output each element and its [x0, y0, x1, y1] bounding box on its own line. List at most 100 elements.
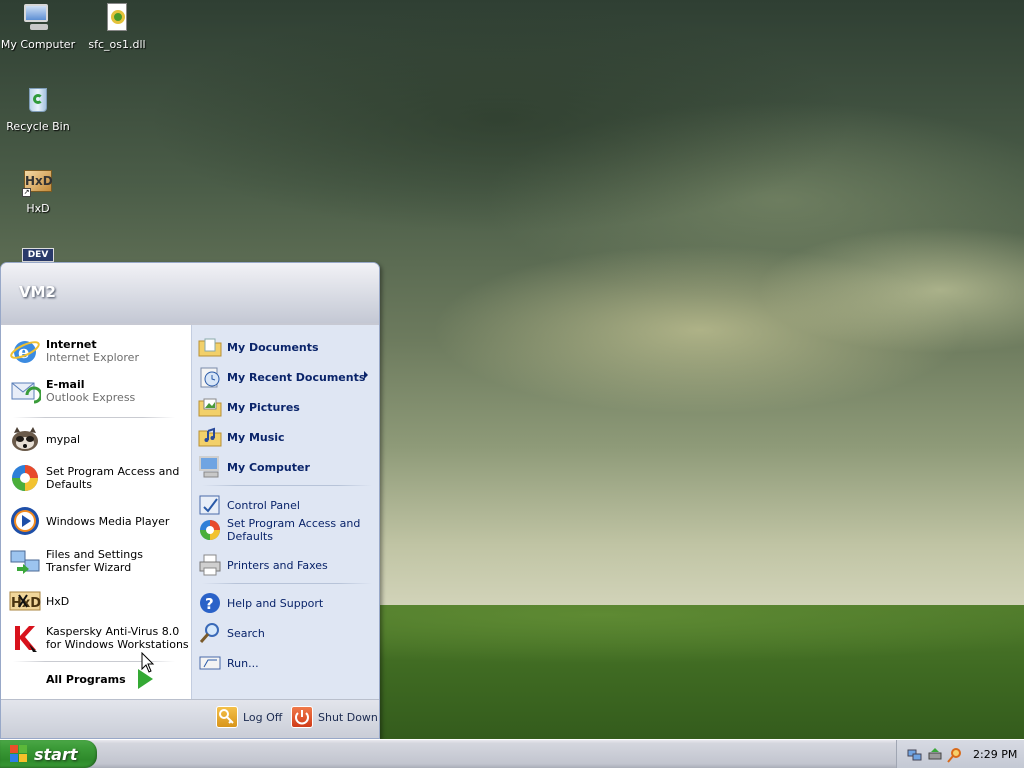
program-defaults-icon: [198, 518, 222, 542]
separator: [202, 583, 372, 584]
separator: [13, 417, 175, 418]
outlook-express-icon: [9, 375, 43, 407]
my-recent-documents-label: My Recent Documents: [227, 370, 366, 384]
folder-music-icon: [198, 425, 222, 449]
desktop-icon-label: HxD: [26, 202, 50, 215]
recycle-bin-icon: [22, 84, 54, 116]
internet-subtitle: Internet Explorer: [46, 351, 139, 364]
svg-text:?: ?: [205, 595, 214, 613]
desktop-icon-label: My Computer: [0, 38, 76, 51]
folder-pictures-icon: [198, 395, 222, 419]
desktop-icon-sfc-dll[interactable]: sfc_os1.dll: [79, 2, 155, 51]
search-icon: [198, 621, 222, 645]
desktop-icon-hxd[interactable]: HxD ↗ HxD: [0, 166, 76, 215]
desktop-icon-partial[interactable]: DEV: [22, 248, 54, 262]
kaspersky-icon: [9, 622, 41, 654]
program-defaults-label: Set Program Access and Defaults: [46, 465, 180, 491]
search-label: Search: [227, 626, 265, 640]
desktop-icon-recycle-bin[interactable]: Recycle Bin: [0, 84, 76, 133]
control-panel-label: Control Panel: [227, 498, 300, 512]
network-icon[interactable]: [907, 747, 923, 763]
start-item-my-pictures[interactable]: My Pictures: [198, 395, 378, 419]
start-item-mypal[interactable]: mypal: [9, 423, 189, 455]
kaspersky-label: Kaspersky Anti-Virus 8.0 for Windows Wor…: [46, 625, 189, 651]
start-item-my-computer[interactable]: My Computer: [198, 455, 378, 479]
internet-title: Internet: [46, 338, 97, 351]
mouse-cursor-icon: [141, 652, 155, 673]
dll-file-icon: [101, 2, 133, 34]
safely-remove-icon[interactable]: [927, 747, 943, 763]
desktop-icon-label: sfc_os1.dll: [88, 38, 146, 51]
recent-documents-icon: [198, 365, 222, 389]
system-tray: 2:29 PM: [896, 740, 1024, 768]
help-support-label: Help and Support: [227, 596, 324, 610]
program-defaults-label: Set Program Access and Defaults: [227, 517, 361, 543]
media-player-label: Windows Media Player: [46, 514, 170, 528]
transfer-wizard-label: Files and Settings Transfer Wizard: [46, 548, 143, 574]
user-name: VM2: [19, 283, 56, 301]
my-computer-label: My Computer: [227, 460, 310, 474]
start-menu-places-pane: My Documents My Recent Documents My Pict…: [191, 325, 379, 699]
transfer-wizard-icon: [9, 545, 41, 577]
start-item-help-support[interactable]: ? Help and Support: [198, 591, 378, 615]
start-item-program-defaults-right[interactable]: Set Program Access and Defaults: [198, 517, 378, 543]
start-menu-header: VM2: [1, 263, 379, 325]
mypal-label: mypal: [46, 432, 81, 446]
separator: [202, 485, 372, 486]
folder-documents-icon: [198, 335, 222, 359]
start-item-printers-faxes[interactable]: Printers and Faxes: [198, 553, 378, 577]
media-player-icon: [9, 505, 41, 537]
hxd-label: HxD: [46, 594, 70, 608]
control-panel-icon: [198, 493, 222, 517]
printers-faxes-label: Printers and Faxes: [227, 558, 328, 572]
start-item-kaspersky[interactable]: Kaspersky Anti-Virus 8.0 for Windows Wor…: [9, 622, 189, 654]
log-off-label: Log Off: [243, 710, 283, 724]
internet-explorer-icon: e: [9, 335, 41, 367]
desktop-icon-my-computer[interactable]: My Computer: [0, 2, 76, 51]
start-label: start: [34, 744, 78, 764]
start-button[interactable]: start: [0, 740, 97, 768]
start-item-my-documents[interactable]: My Documents: [198, 335, 378, 359]
mypal-raccoon-icon: [9, 423, 41, 455]
help-icon: ?: [198, 591, 222, 615]
my-music-label: My Music: [227, 430, 285, 444]
start-menu: VM2 e Internet Internet Explorer E-mail Ou…: [0, 262, 380, 739]
email-title: E-mail: [46, 378, 85, 391]
start-item-media-player[interactable]: Windows Media Player: [9, 505, 189, 537]
my-pictures-label: My Pictures: [227, 400, 300, 414]
clock[interactable]: 2:29 PM: [973, 748, 1017, 761]
start-item-run[interactable]: Run...: [198, 651, 378, 675]
printer-icon: [198, 553, 222, 577]
start-menu-programs-pane: e Internet Internet Explorer E-mail Outloo…: [1, 325, 191, 699]
start-item-program-defaults[interactable]: Set Program Access and Defaults: [9, 462, 189, 494]
hxd-icon: HxD: [9, 585, 41, 617]
all-programs-button[interactable]: All Programs: [46, 669, 153, 689]
start-item-hxd[interactable]: HxD HxD: [9, 585, 189, 617]
shut-down-button[interactable]: Shut Down: [291, 706, 378, 728]
submenu-arrow-icon: [364, 371, 368, 379]
windows-flag-icon: [10, 745, 28, 763]
program-defaults-icon: [9, 462, 41, 494]
start-item-internet[interactable]: e Internet Internet Explorer: [9, 335, 189, 367]
hxd-shortcut-icon: HxD ↗: [22, 166, 54, 198]
shut-down-label: Shut Down: [318, 710, 378, 724]
my-computer-icon: [198, 455, 222, 479]
run-label: Run...: [227, 656, 259, 670]
start-item-email[interactable]: E-mail Outlook Express: [9, 375, 189, 407]
start-item-transfer-wizard[interactable]: Files and Settings Transfer Wizard: [9, 545, 189, 577]
log-off-button[interactable]: Log Off: [216, 706, 282, 728]
search-tray-icon[interactable]: [947, 747, 963, 763]
run-icon: [198, 651, 222, 675]
all-programs-label: All Programs: [46, 672, 126, 686]
my-documents-label: My Documents: [227, 340, 319, 354]
start-item-control-panel[interactable]: Control Panel: [198, 493, 378, 517]
key-icon: [216, 706, 238, 728]
power-icon: [291, 706, 313, 728]
start-item-my-music[interactable]: My Music: [198, 425, 378, 449]
desktop-icon-label: Recycle Bin: [6, 120, 70, 133]
start-item-search[interactable]: Search: [198, 621, 378, 645]
start-item-my-recent-documents[interactable]: My Recent Documents: [198, 365, 378, 389]
email-subtitle: Outlook Express: [46, 391, 136, 404]
start-menu-footer: Log Off Shut Down: [1, 699, 379, 738]
taskbar: start 2:29 PM: [0, 739, 1024, 768]
